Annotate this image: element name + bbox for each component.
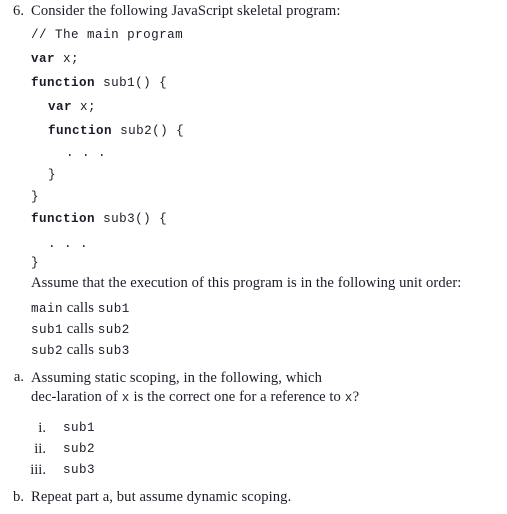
code-line-var-x-inner: var x; — [48, 100, 96, 114]
code-line-close-brace-sub3: } — [31, 256, 40, 270]
choice-marker-ii: ii. — [34, 441, 46, 457]
code-line-comment: // The main program — [31, 28, 183, 42]
keyword-var: var — [48, 100, 73, 114]
question-number: 6. — [13, 3, 24, 19]
keyword-function: function — [48, 124, 113, 138]
code-line-ellipsis-sub2: . . . — [66, 146, 107, 160]
code-line-function-sub1: function sub1() { — [31, 76, 167, 90]
code-line-ellipsis-sub3: . . . — [48, 237, 89, 251]
assume-sentence: Assume that the execution of this progra… — [31, 275, 462, 291]
part-a-text-segment-2: is the correct one for a reference to — [129, 389, 345, 405]
variable-x-second: x — [344, 391, 353, 405]
code-line-close-brace-sub2: } — [48, 168, 57, 182]
code-rest: x; — [72, 100, 97, 114]
unit-order-line-2: sub1 calls sub2 — [31, 321, 130, 338]
unit-order-line-3: sub2 calls sub3 — [31, 342, 130, 359]
unit-caller: sub2 — [31, 344, 64, 358]
code-rest: x; — [55, 52, 80, 66]
code-rest: sub3() { — [95, 212, 168, 226]
unit-verb: calls — [63, 342, 98, 358]
choice-label-i[interactable]: sub1 — [63, 421, 95, 435]
code-rest: sub1() { — [95, 76, 168, 90]
part-b-marker: b. — [13, 489, 24, 505]
code-line-close-brace-sub1: } — [31, 190, 40, 204]
textbook-exercise-page: 6. Consider the following JavaScript ske… — [0, 0, 507, 514]
unit-callee: sub2 — [97, 323, 130, 337]
part-a-text: Assuming static scoping, in the followin… — [31, 369, 371, 408]
code-comment-text: // The main program — [31, 28, 184, 42]
choice-label-iii[interactable]: sub3 — [63, 463, 95, 477]
unit-caller: main — [31, 302, 64, 316]
question-stem: Consider the following JavaScript skelet… — [31, 3, 341, 19]
unit-order-line-1: main calls sub1 — [31, 300, 130, 317]
keyword-function: function — [31, 212, 96, 226]
part-b-text: Repeat part a, but assume dynamic scopin… — [31, 489, 292, 505]
keyword-var: var — [31, 52, 56, 66]
choice-marker-iii: iii. — [30, 462, 46, 478]
variable-x-first: x — [121, 391, 130, 405]
keyword-function: function — [31, 76, 96, 90]
choice-marker-i: i. — [38, 420, 46, 436]
unit-callee: sub1 — [97, 302, 130, 316]
unit-callee: sub3 — [97, 344, 130, 358]
part-a-marker: a. — [13, 369, 24, 385]
code-line-function-sub2: function sub2() { — [48, 124, 184, 138]
unit-caller: sub1 — [31, 323, 64, 337]
code-rest: sub2() { — [112, 124, 185, 138]
code-line-function-sub3: function sub3() { — [31, 212, 167, 226]
unit-verb: calls — [63, 321, 98, 337]
unit-verb: calls — [63, 300, 98, 316]
choice-label-ii[interactable]: sub2 — [63, 442, 95, 456]
code-line-var-x-outer: var x; — [31, 52, 79, 66]
part-a-text-segment-3: ? — [352, 389, 360, 405]
